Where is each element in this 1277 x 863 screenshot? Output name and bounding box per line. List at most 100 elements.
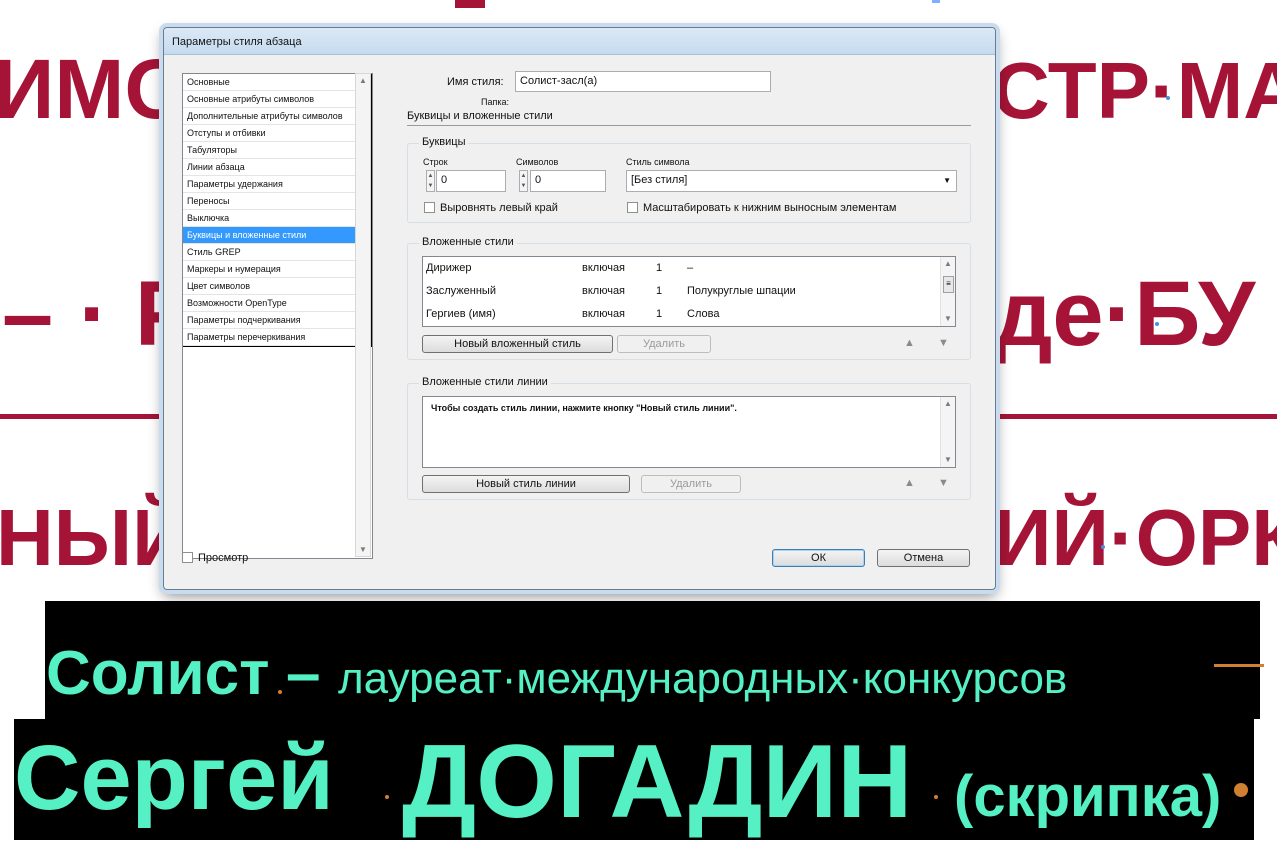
stepper-up-icon[interactable]: ▲ [427, 171, 434, 181]
new-line-style-button[interactable]: Новый стиль линии [422, 475, 630, 493]
row-count: 1 [656, 262, 663, 274]
move-up-icon[interactable]: ▲ [904, 337, 915, 349]
category-item[interactable]: Возможности OpenType [183, 295, 371, 312]
top-blue-mark [932, 0, 940, 3]
style-name-input[interactable]: Солист-засл(а) [515, 71, 771, 92]
category-item[interactable]: Параметры подчеркивания [183, 312, 371, 329]
lines-input[interactable]: 0 [436, 170, 506, 192]
style-name-label: Имя стиля: [447, 76, 504, 88]
category-item[interactable]: Параметры удержания [183, 176, 371, 193]
dialog-titlebar[interactable]: Параметры стиля абзаца [164, 28, 995, 55]
paragraph-style-dialog: Параметры стиля абзаца Основные Основные … [163, 27, 996, 590]
category-item[interactable]: Отступы и отбивки [183, 125, 371, 142]
category-item[interactable]: Параметры перечеркивания [183, 329, 371, 346]
align-left-label: Выровнять левый край [440, 202, 558, 214]
delete-line-style-button[interactable]: Удалить [641, 475, 741, 493]
frame-edge-marker [1234, 783, 1248, 797]
space-marker [1101, 545, 1105, 549]
section-divider [407, 125, 971, 126]
char-style-value: [Без стиля] [631, 174, 688, 186]
name-instrument: (скрипка) [954, 764, 1222, 829]
nested-style-row[interactable]: Дирижер включая 1 – [423, 257, 939, 280]
soloist-dash: – [286, 639, 321, 708]
bg-line3-left: НЫЙ [0, 493, 190, 582]
align-left-checkbox[interactable] [424, 202, 435, 213]
nested-style-row[interactable]: Заслуженный включая 1 Полукруглые шпации [423, 280, 939, 303]
category-item[interactable]: Буквицы и вложенные стили [183, 227, 371, 244]
space-marker [1155, 322, 1159, 326]
category-item[interactable]: Линии абзаца [183, 159, 371, 176]
row-mode: включая [582, 285, 626, 297]
nested-styles-list[interactable]: Дирижер включая 1 – Заслуженный включая … [422, 256, 956, 327]
category-item[interactable]: Дополнительные атрибуты символов [183, 108, 371, 125]
nested-styles-title: Вложенные стили [419, 236, 517, 248]
dialog-title: Параметры стиля абзаца [172, 36, 302, 48]
space-marker [385, 795, 389, 799]
move-down-icon[interactable]: ▼ [938, 477, 949, 489]
nested-line-styles-list[interactable]: Чтобы создать стиль линии, нажмите кнопк… [422, 396, 956, 468]
delete-nested-style-button[interactable]: Удалить [617, 335, 711, 353]
lines-stepper[interactable]: ▲ ▼ [426, 170, 435, 192]
nested-style-row[interactable]: Гергиев (имя) включая 1 Слова [423, 303, 939, 326]
nested-line-styles-hint: Чтобы создать стиль линии, нажмите кнопк… [431, 403, 737, 413]
row-count: 1 [656, 308, 663, 320]
move-down-icon[interactable]: ▼ [938, 337, 949, 349]
category-item[interactable]: Выключка [183, 210, 371, 227]
char-style-label: Стиль символа [626, 157, 690, 167]
new-nested-style-button[interactable]: Новый вложенный стиль [422, 335, 613, 353]
category-item[interactable]: Табуляторы [183, 142, 371, 159]
row-style: Заслуженный [426, 285, 496, 297]
scroll-down-icon[interactable]: ▼ [944, 456, 952, 464]
row-style: Дирижер [426, 262, 472, 274]
bg-line3-right: ИЙ·ОРК [994, 493, 1277, 582]
category-item[interactable]: Стиль GREP [183, 244, 371, 261]
stepper-down-icon[interactable]: ▼ [427, 181, 434, 191]
bg-line1-right: СТР·МА [992, 46, 1277, 135]
nested-styles-scrollbar[interactable]: ▲ ≡ ▼ [940, 257, 955, 326]
move-up-icon[interactable]: ▲ [904, 477, 915, 489]
row-count: 1 [656, 285, 663, 297]
scroll-thumb[interactable]: ≡ [943, 276, 954, 293]
row-until: Полукруглые шпации [687, 285, 796, 297]
chevron-down-icon: ▼ [943, 176, 951, 185]
stepper-down-icon[interactable]: ▼ [520, 181, 527, 191]
nested-line-styles-title: Вложенные стили линии [419, 376, 551, 388]
category-list[interactable]: Основные Основные атрибуты символов Дополн… [182, 73, 373, 559]
category-item[interactable]: Маркеры и нумерация [183, 261, 371, 278]
name-first: Сергей [14, 727, 334, 829]
category-list-scrollbar[interactable]: ▲ ▼ [355, 73, 371, 557]
category-item[interactable]: Основные атрибуты символов [183, 91, 371, 108]
scroll-up-icon[interactable]: ▲ [944, 400, 952, 408]
category-items: Основные Основные атрибуты символов Дополн… [183, 74, 372, 347]
chars-stepper[interactable]: ▲ ▼ [519, 170, 528, 192]
row-mode: включая [582, 262, 626, 274]
category-item[interactable]: Переносы [183, 193, 371, 210]
scroll-up-icon[interactable]: ▲ [944, 260, 952, 268]
char-style-select[interactable]: [Без стиля] ▼ [626, 170, 957, 192]
bg-line2-right: де·БУ [994, 263, 1256, 365]
lines-value: 0 [441, 174, 448, 186]
cancel-button[interactable]: Отмена [877, 549, 970, 567]
stepper-up-icon[interactable]: ▲ [520, 171, 527, 181]
top-red-mark [455, 0, 485, 8]
nested-line-styles-scrollbar[interactable]: ▲ ▼ [940, 397, 955, 467]
scroll-up-icon[interactable]: ▲ [359, 77, 367, 85]
scale-descenders-label: Масштабировать к нижним выносным элемент… [643, 202, 897, 214]
category-item[interactable]: Цвет символов [183, 278, 371, 295]
drop-caps-title: Буквицы [419, 136, 469, 148]
frame-edge-marker [1214, 664, 1264, 667]
preview-checkbox[interactable] [182, 552, 193, 563]
category-item[interactable]: Основные [183, 74, 371, 91]
preview-label: Просмотр [198, 552, 249, 564]
scale-descenders-checkbox[interactable] [627, 202, 638, 213]
chars-input[interactable]: 0 [530, 170, 606, 192]
space-marker [1166, 96, 1170, 100]
scroll-down-icon[interactable]: ▼ [359, 546, 367, 554]
soloist-bold: Солист [46, 639, 270, 708]
scroll-down-icon[interactable]: ▼ [944, 315, 952, 323]
name-last: ДОГАДИН [402, 724, 913, 840]
ok-button[interactable]: ОК [772, 549, 865, 567]
row-until: Слова [687, 308, 720, 320]
chars-label: Символов [516, 157, 559, 167]
lines-label: Строк [423, 157, 448, 167]
